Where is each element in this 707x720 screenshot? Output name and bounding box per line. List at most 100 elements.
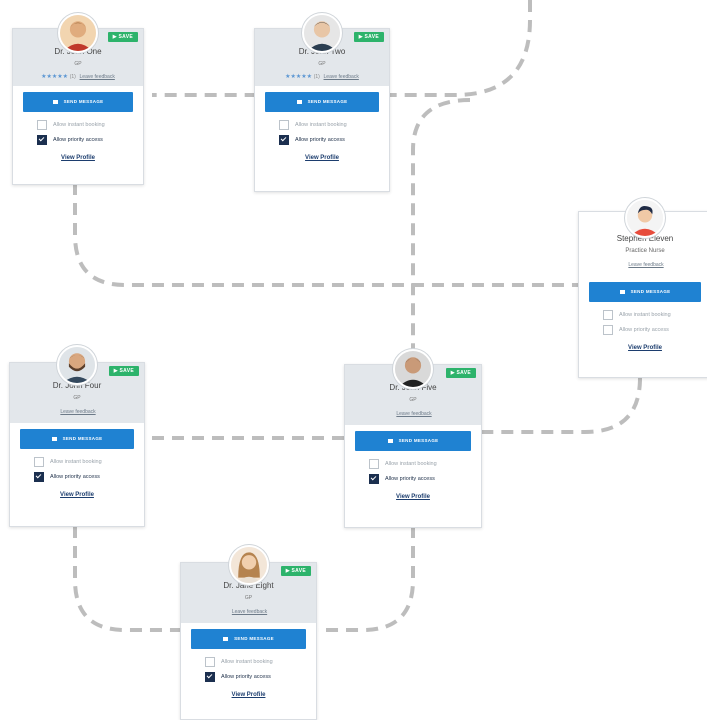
instant-booking-label: Allow instant booking: [53, 122, 105, 128]
instant-booking-option[interactable]: Allow instant booking: [20, 457, 134, 467]
save-label: SAVE: [118, 34, 133, 40]
send-message-label: SEND MESSAGE: [234, 636, 274, 641]
priority-access-option[interactable]: Allow priority access: [589, 325, 701, 335]
priority-access-checkbox[interactable]: [37, 135, 47, 145]
instant-booking-label: Allow instant booking: [619, 312, 671, 318]
send-message-button[interactable]: SEND MESSAGE: [191, 629, 306, 649]
envelope-icon: [387, 438, 393, 443]
priority-access-option[interactable]: Allow priority access: [20, 472, 134, 482]
doctor-role: GP: [244, 595, 253, 601]
avatar: [228, 545, 269, 585]
priority-access-label: Allow priority access: [295, 137, 345, 143]
provider-card: ▶ SAVE Dr. Jane Eight GP Leave feedback …: [180, 545, 317, 720]
instant-booking-option[interactable]: Allow instant booking: [589, 310, 701, 320]
send-message-button[interactable]: SEND MESSAGE: [23, 92, 133, 112]
instant-booking-label: Allow instant booking: [385, 461, 437, 467]
doctor-role: GP: [409, 397, 417, 403]
view-profile-link[interactable]: View Profile: [589, 345, 701, 351]
send-message-label: SEND MESSAGE: [630, 289, 671, 294]
priority-access-option[interactable]: Allow priority access: [191, 672, 306, 682]
priority-access-label: Allow priority access: [385, 476, 435, 482]
doctor-role: GP: [74, 61, 82, 67]
send-message-label: SEND MESSAGE: [62, 436, 103, 441]
provider-card: Stephen Eleven Practice Nurse Leave feed…: [578, 198, 707, 378]
leave-feedback-link[interactable]: Leave feedback: [12, 409, 144, 423]
instant-booking-option[interactable]: Allow instant booking: [191, 657, 306, 667]
star-rating-icon: ★★★★★: [41, 74, 69, 80]
save-button[interactable]: ▶ SAVE: [107, 32, 138, 42]
save-button[interactable]: ▶ SAVE: [445, 368, 476, 378]
instant-booking-checkbox[interactable]: [369, 459, 379, 469]
card-header: ▶ SAVE Dr. John Two GP ★★★★★ (1) Leave f…: [255, 13, 389, 86]
priority-access-option[interactable]: Allow priority access: [355, 474, 471, 484]
priority-access-checkbox[interactable]: [369, 474, 379, 484]
save-label: SAVE: [364, 34, 379, 40]
save-button[interactable]: ▶ SAVE: [353, 32, 384, 42]
leave-feedback-link[interactable]: Leave feedback: [581, 262, 707, 276]
star-rating-icon: ★★★★★: [285, 74, 313, 80]
card-header: Stephen Eleven Practice Nurse Leave feed…: [579, 198, 707, 276]
instant-booking-checkbox[interactable]: [205, 657, 215, 667]
instant-booking-label: Allow instant booking: [295, 122, 347, 128]
avatar: [625, 198, 665, 238]
provider-card: ▶ SAVE Dr. John Four GP Leave feedback S…: [9, 345, 145, 527]
review-count: (1): [313, 74, 320, 80]
envelope-icon: [52, 99, 58, 104]
leave-feedback-link[interactable]: Leave feedback: [324, 74, 359, 80]
card-body: SEND MESSAGE Allow instant booking Allow…: [10, 423, 144, 506]
send-message-label: SEND MESSAGE: [307, 99, 348, 104]
card-header: ▶ SAVE Dr. John Four GP Leave feedback: [10, 345, 144, 423]
review-count: (1): [69, 74, 76, 80]
provider-card: ▶ SAVE Dr. John One GP ★★★★★ (1) Leave f…: [12, 13, 144, 185]
rating-row: ★★★★★ (1) Leave feedback: [255, 73, 389, 86]
card-body: SEND MESSAGE Allow instant booking Allow…: [181, 623, 316, 706]
instant-booking-checkbox[interactable]: [34, 457, 44, 467]
save-button[interactable]: ▶ SAVE: [280, 566, 311, 576]
save-button[interactable]: ▶ SAVE: [108, 366, 139, 376]
send-message-button[interactable]: SEND MESSAGE: [20, 429, 134, 449]
priority-access-checkbox[interactable]: [603, 325, 613, 335]
instant-booking-checkbox[interactable]: [603, 310, 613, 320]
priority-access-checkbox[interactable]: [34, 472, 44, 482]
rating-row: ★★★★★ (1) Leave feedback: [13, 73, 143, 86]
view-profile-link[interactable]: View Profile: [265, 155, 379, 161]
send-message-button[interactable]: SEND MESSAGE: [589, 282, 701, 302]
instant-booking-checkbox[interactable]: [279, 120, 289, 130]
instant-booking-option[interactable]: Allow instant booking: [265, 120, 379, 130]
priority-access-option[interactable]: Allow priority access: [265, 135, 379, 145]
card-header: ▶ SAVE Dr. John Five GP Leave feedback: [345, 349, 481, 425]
leave-feedback-link[interactable]: Leave feedback: [80, 74, 115, 80]
send-message-button[interactable]: SEND MESSAGE: [355, 431, 471, 451]
provider-card: ▶ SAVE Dr. John Five GP Leave feedback S…: [344, 349, 482, 528]
send-message-label: SEND MESSAGE: [398, 438, 439, 443]
priority-access-checkbox[interactable]: [205, 672, 215, 682]
instant-booking-label: Allow instant booking: [221, 659, 273, 665]
instant-booking-option[interactable]: Allow instant booking: [355, 459, 471, 469]
save-label: SAVE: [291, 568, 306, 574]
priority-access-label: Allow priority access: [50, 474, 100, 480]
view-profile-link[interactable]: View Profile: [191, 692, 306, 698]
save-label: SAVE: [119, 368, 134, 374]
priority-access-label: Allow priority access: [619, 327, 669, 333]
provider-role: Practice Nurse: [625, 248, 665, 254]
priority-access-option[interactable]: Allow priority access: [23, 135, 133, 145]
card-header: ▶ SAVE Dr. John One GP ★★★★★ (1) Leave f…: [13, 13, 143, 86]
card-body: SEND MESSAGE Allow instant booking Allow…: [13, 86, 143, 169]
leave-feedback-link[interactable]: Leave feedback: [183, 609, 316, 623]
card-body: SEND MESSAGE Allow instant booking Allow…: [345, 425, 481, 508]
instant-booking-checkbox[interactable]: [37, 120, 47, 130]
card-header: ▶ SAVE Dr. Jane Eight GP Leave feedback: [181, 545, 316, 623]
send-message-button[interactable]: SEND MESSAGE: [265, 92, 379, 112]
envelope-icon: [296, 99, 302, 104]
instant-booking-option[interactable]: Allow instant booking: [23, 120, 133, 130]
envelope-icon: [51, 436, 57, 441]
priority-access-checkbox[interactable]: [279, 135, 289, 145]
envelope-icon: [223, 636, 229, 641]
leave-feedback-link[interactable]: Leave feedback: [347, 411, 481, 425]
doctor-role: GP: [73, 395, 81, 401]
doctor-role: GP: [318, 61, 326, 67]
view-profile-link[interactable]: View Profile: [355, 494, 471, 500]
card-body: SEND MESSAGE Allow instant booking Allow…: [255, 86, 389, 169]
view-profile-link[interactable]: View Profile: [20, 492, 134, 498]
view-profile-link[interactable]: View Profile: [23, 155, 133, 161]
